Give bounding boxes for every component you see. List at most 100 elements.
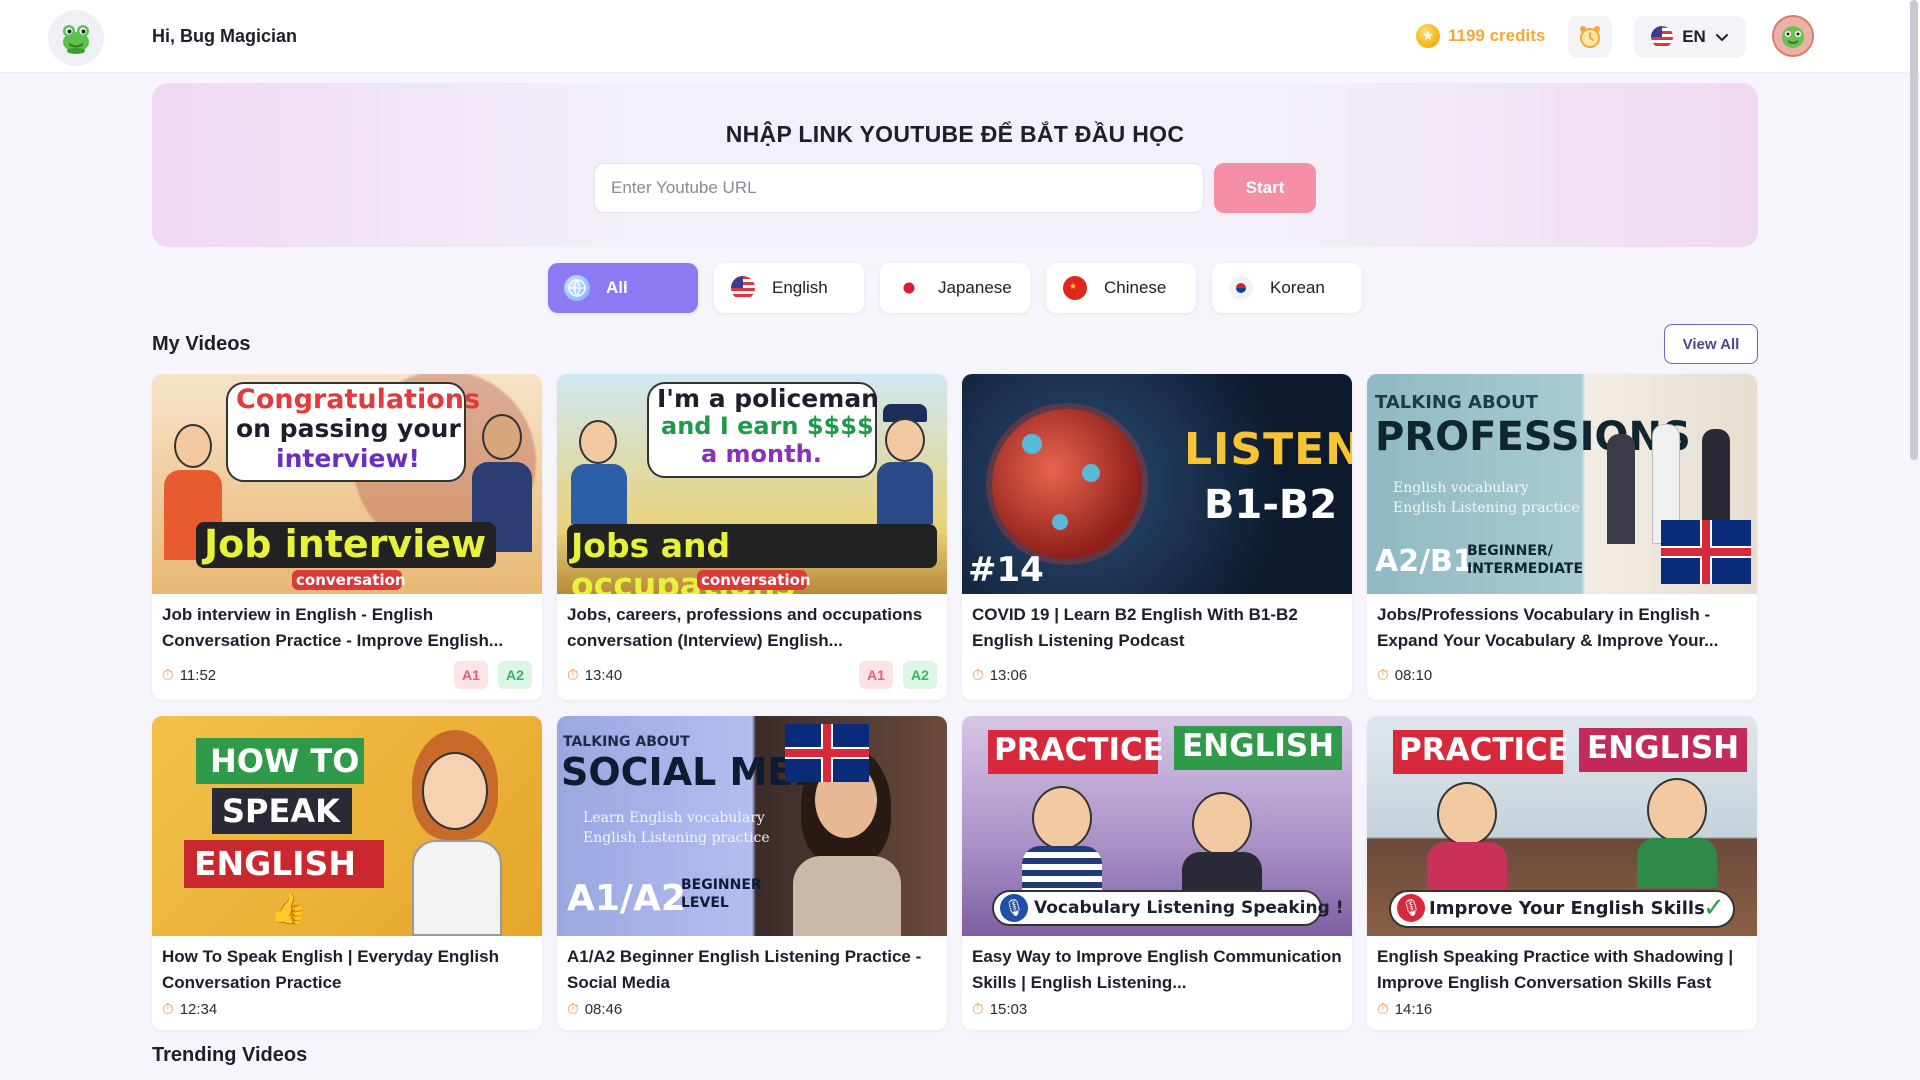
thumb-line-3: Vocabulary Listening Speaking ! — [1034, 898, 1344, 918]
thumb-level-sub: BEGINNER/ INTERMEDIATE — [1467, 543, 1584, 577]
thumb-line-3: Improve Your English Skills — [1429, 898, 1705, 919]
timer-icon: ⏱ — [1377, 1000, 1389, 1018]
video-card[interactable]: PRACTICE ENGLISH 🎙 Improve Your English … — [1367, 716, 1757, 1030]
level-badge: A1 — [859, 661, 893, 689]
youtube-url-input[interactable] — [594, 163, 1204, 213]
video-card[interactable]: TALKING ABOUT PROFESSIONS English vocabu… — [1367, 374, 1757, 700]
video-card[interactable]: TALKING ABOUT SOCIAL MEDIA Learn English… — [557, 716, 947, 1030]
thumb-line-1: PRACTICE — [1399, 732, 1569, 768]
thumb-line-1: TALKING ABOUT — [563, 734, 690, 750]
timer-icon: ⏱ — [972, 1000, 984, 1018]
checkmark-icon: ✓ — [1703, 892, 1725, 922]
credits-label: 1199 credits — [1448, 26, 1546, 45]
my-videos-grid: Congratulations on passing your intervie… — [152, 374, 1758, 1030]
video-title[interactable]: Jobs, careers, professions and occupatio… — [567, 602, 937, 654]
video-duration: 08:46 — [584, 1000, 623, 1018]
video-card[interactable]: LISTEN B1-B2 #14 COVID 19 | Learn B2 Eng… — [962, 374, 1352, 700]
timer-icon: ⏱ — [567, 666, 579, 684]
filter-all[interactable]: All — [548, 263, 698, 313]
video-title[interactable]: Jobs/Professions Vocabulary in English -… — [1377, 602, 1747, 654]
video-thumbnail[interactable]: HOW TO SPEAK ENGLISH 👍 — [152, 716, 542, 936]
video-card[interactable]: I'm a policeman and I earn $$$$ a month.… — [557, 374, 947, 700]
language-code: EN — [1682, 27, 1706, 46]
video-thumbnail[interactable]: TALKING ABOUT PROFESSIONS English vocabu… — [1367, 374, 1757, 594]
filter-chinese[interactable]: ★ Chinese — [1046, 263, 1196, 313]
video-title[interactable]: How To Speak English | Everyday English … — [162, 944, 532, 996]
video-title[interactable]: English Speaking Practice with Shadowing… — [1377, 944, 1747, 996]
thumb-level: A2/B1 — [1375, 544, 1474, 579]
video-title[interactable]: Job interview in English - English Conve… — [162, 602, 532, 654]
trending-videos-heading: Trending Videos — [152, 1044, 308, 1066]
video-title[interactable]: A1/A2 Beginner English Listening Practic… — [567, 944, 937, 996]
video-card[interactable]: HOW TO SPEAK ENGLISH 👍 How To Speak Engl… — [152, 716, 542, 1030]
video-title[interactable]: COVID 19 | Learn B2 English With B1-B2 E… — [972, 602, 1342, 654]
thumb-line-3: #14 — [968, 550, 1044, 590]
start-button[interactable]: Start — [1214, 163, 1316, 213]
filter-label: Chinese — [1104, 278, 1167, 297]
filter-english[interactable]: English — [714, 263, 864, 313]
thumb-line-1: LISTEN — [1184, 424, 1352, 475]
svg-text:★: ★ — [1069, 281, 1077, 291]
page-scrollbar[interactable] — [1910, 0, 1918, 460]
video-duration: 08:10 — [1394, 666, 1433, 684]
filter-label: All — [606, 278, 628, 297]
alarm-clock-button[interactable] — [1568, 16, 1612, 58]
us-flag-icon — [1651, 26, 1674, 48]
thumbs-up-icon: 👍 — [270, 893, 308, 926]
video-card[interactable]: Congratulations on passing your intervie… — [152, 374, 542, 700]
video-duration: 12:34 — [179, 1000, 218, 1018]
us-flag-icon — [730, 275, 756, 301]
uk-flag-icon — [1661, 520, 1751, 584]
thumb-line-2: SPEAK — [222, 792, 340, 830]
frog-logo-icon[interactable] — [48, 10, 104, 66]
thumb-level-sub: BEGINNER LEVEL — [681, 877, 762, 911]
thumb-line-3: ENGLISH — [194, 844, 356, 883]
thumb-line-3: a month. — [701, 440, 822, 468]
user-avatar[interactable] — [1772, 15, 1814, 57]
microphone-icon: 🎙 — [1000, 894, 1028, 922]
thumb-line-4: English Listening practice — [1393, 500, 1580, 516]
language-selector[interactable]: EN — [1634, 16, 1746, 58]
video-thumbnail[interactable]: Congratulations on passing your intervie… — [152, 374, 542, 594]
china-flag-icon: ★ — [1062, 275, 1088, 301]
video-duration: 13:06 — [989, 666, 1028, 684]
thumb-level: A1/A2 — [567, 878, 686, 919]
thumb-line-2: PROFESSIONS — [1375, 414, 1691, 460]
video-thumbnail[interactable]: PRACTICE ENGLISH 🎙 Vocabulary Listening … — [962, 716, 1352, 936]
filter-label: English — [772, 278, 828, 297]
thumb-line-1: Congratulations — [236, 384, 481, 415]
filter-japanese[interactable]: Japanese — [880, 263, 1030, 313]
video-duration: 13:40 — [584, 666, 623, 684]
thumb-line-3: interview! — [276, 444, 420, 473]
video-card[interactable]: PRACTICE ENGLISH 🎙 Vocabulary Listening … — [962, 716, 1352, 1030]
alarm-clock-icon — [1580, 26, 1600, 48]
video-thumbnail[interactable]: LISTEN B1-B2 #14 — [962, 374, 1352, 594]
video-thumbnail[interactable]: PRACTICE ENGLISH 🎙 Improve Your English … — [1367, 716, 1757, 936]
filter-korean[interactable]: Korean — [1212, 263, 1362, 313]
language-filter-bar: All English Japanese ★ Chinese Korean — [548, 263, 1362, 313]
video-thumbnail[interactable]: I'm a policeman and I earn $$$$ a month.… — [557, 374, 947, 594]
coin-icon: ★ — [1416, 24, 1440, 48]
video-title[interactable]: Easy Way to Improve English Communicatio… — [972, 944, 1342, 996]
top-bar: Hi, Bug Magician ★ 1199 credits EN — [0, 0, 1920, 73]
thumb-sub: conversation — [296, 571, 406, 589]
credits-display[interactable]: ★ 1199 credits — [1416, 24, 1545, 48]
video-duration: 15:03 — [989, 1000, 1028, 1018]
thumb-line-1: HOW TO — [210, 742, 360, 780]
video-thumbnail[interactable]: TALKING ABOUT SOCIAL MEDIA Learn English… — [557, 716, 947, 936]
timer-icon: ⏱ — [1377, 666, 1389, 684]
avatar-face-icon — [1782, 26, 1804, 48]
level-badge: A2 — [498, 661, 532, 689]
thumb-line-2: on passing your — [236, 414, 461, 443]
thumb-line-1: PRACTICE — [994, 732, 1164, 768]
video-duration: 11:52 — [179, 666, 217, 684]
japan-flag-icon — [896, 275, 922, 301]
korea-flag-icon — [1228, 275, 1254, 301]
view-all-button[interactable]: View All — [1664, 324, 1758, 364]
video-duration: 14:16 — [1394, 1000, 1433, 1018]
level-badge: A1 — [454, 661, 488, 689]
thumb-line-1: I'm a policeman — [657, 384, 879, 413]
filter-label: Japanese — [938, 278, 1012, 297]
thumb-line-1: TALKING ABOUT — [1375, 392, 1538, 413]
timer-icon: ⏱ — [162, 1000, 174, 1018]
